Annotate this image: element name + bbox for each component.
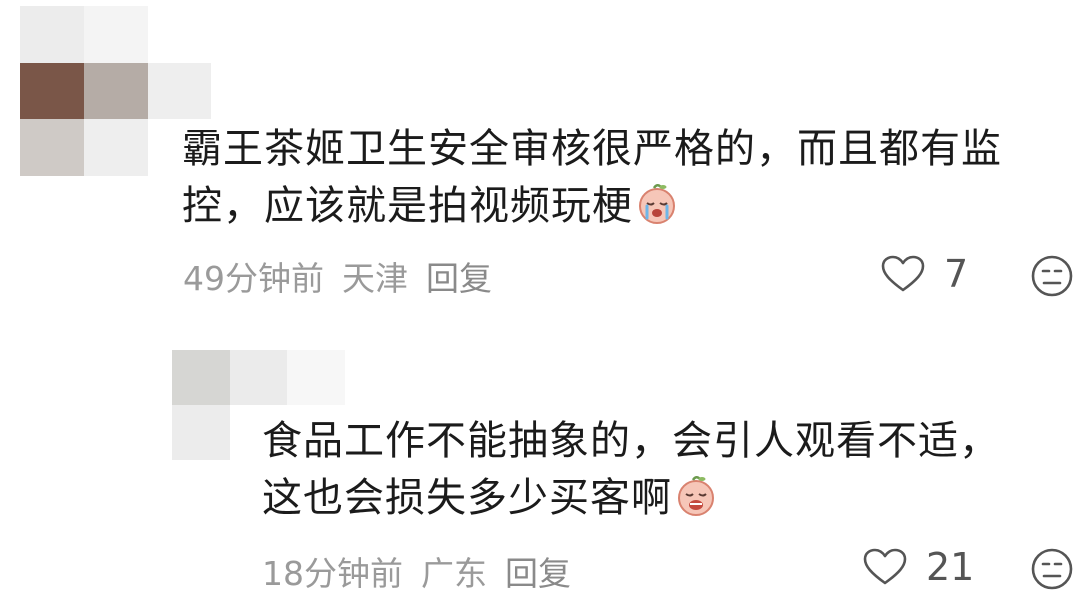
unhappy-face-icon[interactable]: [1030, 254, 1074, 298]
like-button[interactable]: 21: [862, 545, 974, 589]
avatar-mosaic-cell: [20, 6, 84, 63]
comment-time: 18分钟前: [262, 554, 403, 593]
like-count: 21: [926, 545, 975, 589]
like-button[interactable]: 7: [880, 252, 968, 296]
crying-face-emoji-icon: [678, 476, 714, 516]
avatar-mosaic-cell: [287, 350, 345, 405]
reply-button[interactable]: 回复: [505, 547, 571, 595]
avatar-mosaic-cell: [211, 6, 275, 63]
unhappy-face-icon[interactable]: [1030, 547, 1074, 591]
comment-meta: 49分钟前 天津 回复: [183, 252, 492, 300]
comment-meta: 18分钟前 广东 回复: [262, 547, 571, 595]
avatar-mosaic-cell: [83, 62, 148, 120]
comment-line-text: 控，应该就是拍视频玩梗: [182, 183, 633, 229]
avatar-mosaic-cell: [172, 405, 230, 460]
avatar-mosaic-cell: [229, 350, 287, 405]
heart-outline-icon[interactable]: [880, 254, 926, 294]
avatar-mosaic-cell: [83, 6, 148, 63]
comment-location: 天津: [342, 259, 408, 298]
comment-line: 霸王茶姬卫生安全审核很严格的，而且都有监: [182, 126, 1002, 172]
avatar-mosaic-cell: [344, 350, 402, 405]
reply-button[interactable]: 回复: [426, 252, 492, 300]
comment-location: 广东: [421, 554, 487, 593]
comment-body: 霸王茶姬卫生安全审核很严格的，而且都有监 控，应该就是拍视频玩梗: [182, 121, 1002, 235]
comment-line: 这也会损失多少买客啊: [262, 470, 1000, 527]
avatar-mosaic-cell: [211, 62, 275, 120]
comment-time: 49分钟前: [183, 259, 324, 298]
comment-line: 控，应该就是拍视频玩梗: [182, 178, 1002, 235]
comment-body: 食品工作不能抽象的，会引人观看不适， 这也会损失多少买客啊: [262, 413, 1000, 527]
avatar-mosaic-cell: [147, 62, 212, 120]
avatar-mosaic-cell: [147, 6, 212, 63]
avatar-mosaic-cell: [20, 62, 84, 120]
avatar-mosaic-cell: [83, 119, 148, 176]
comment-thread: 霸王茶姬卫生安全审核很严格的，而且都有监 控，应该就是拍视频玩梗 49分钟前 天…: [0, 0, 1080, 607]
heart-outline-icon[interactable]: [862, 547, 908, 587]
crying-face-emoji-icon: [639, 184, 675, 224]
comment-line: 食品工作不能抽象的，会引人观看不适，: [262, 418, 1000, 464]
avatar-mosaic-cell: [172, 350, 230, 405]
avatar-mosaic-cell: [20, 119, 84, 176]
like-count: 7: [944, 252, 969, 296]
comment-line-text: 这也会损失多少买客啊: [262, 475, 672, 521]
